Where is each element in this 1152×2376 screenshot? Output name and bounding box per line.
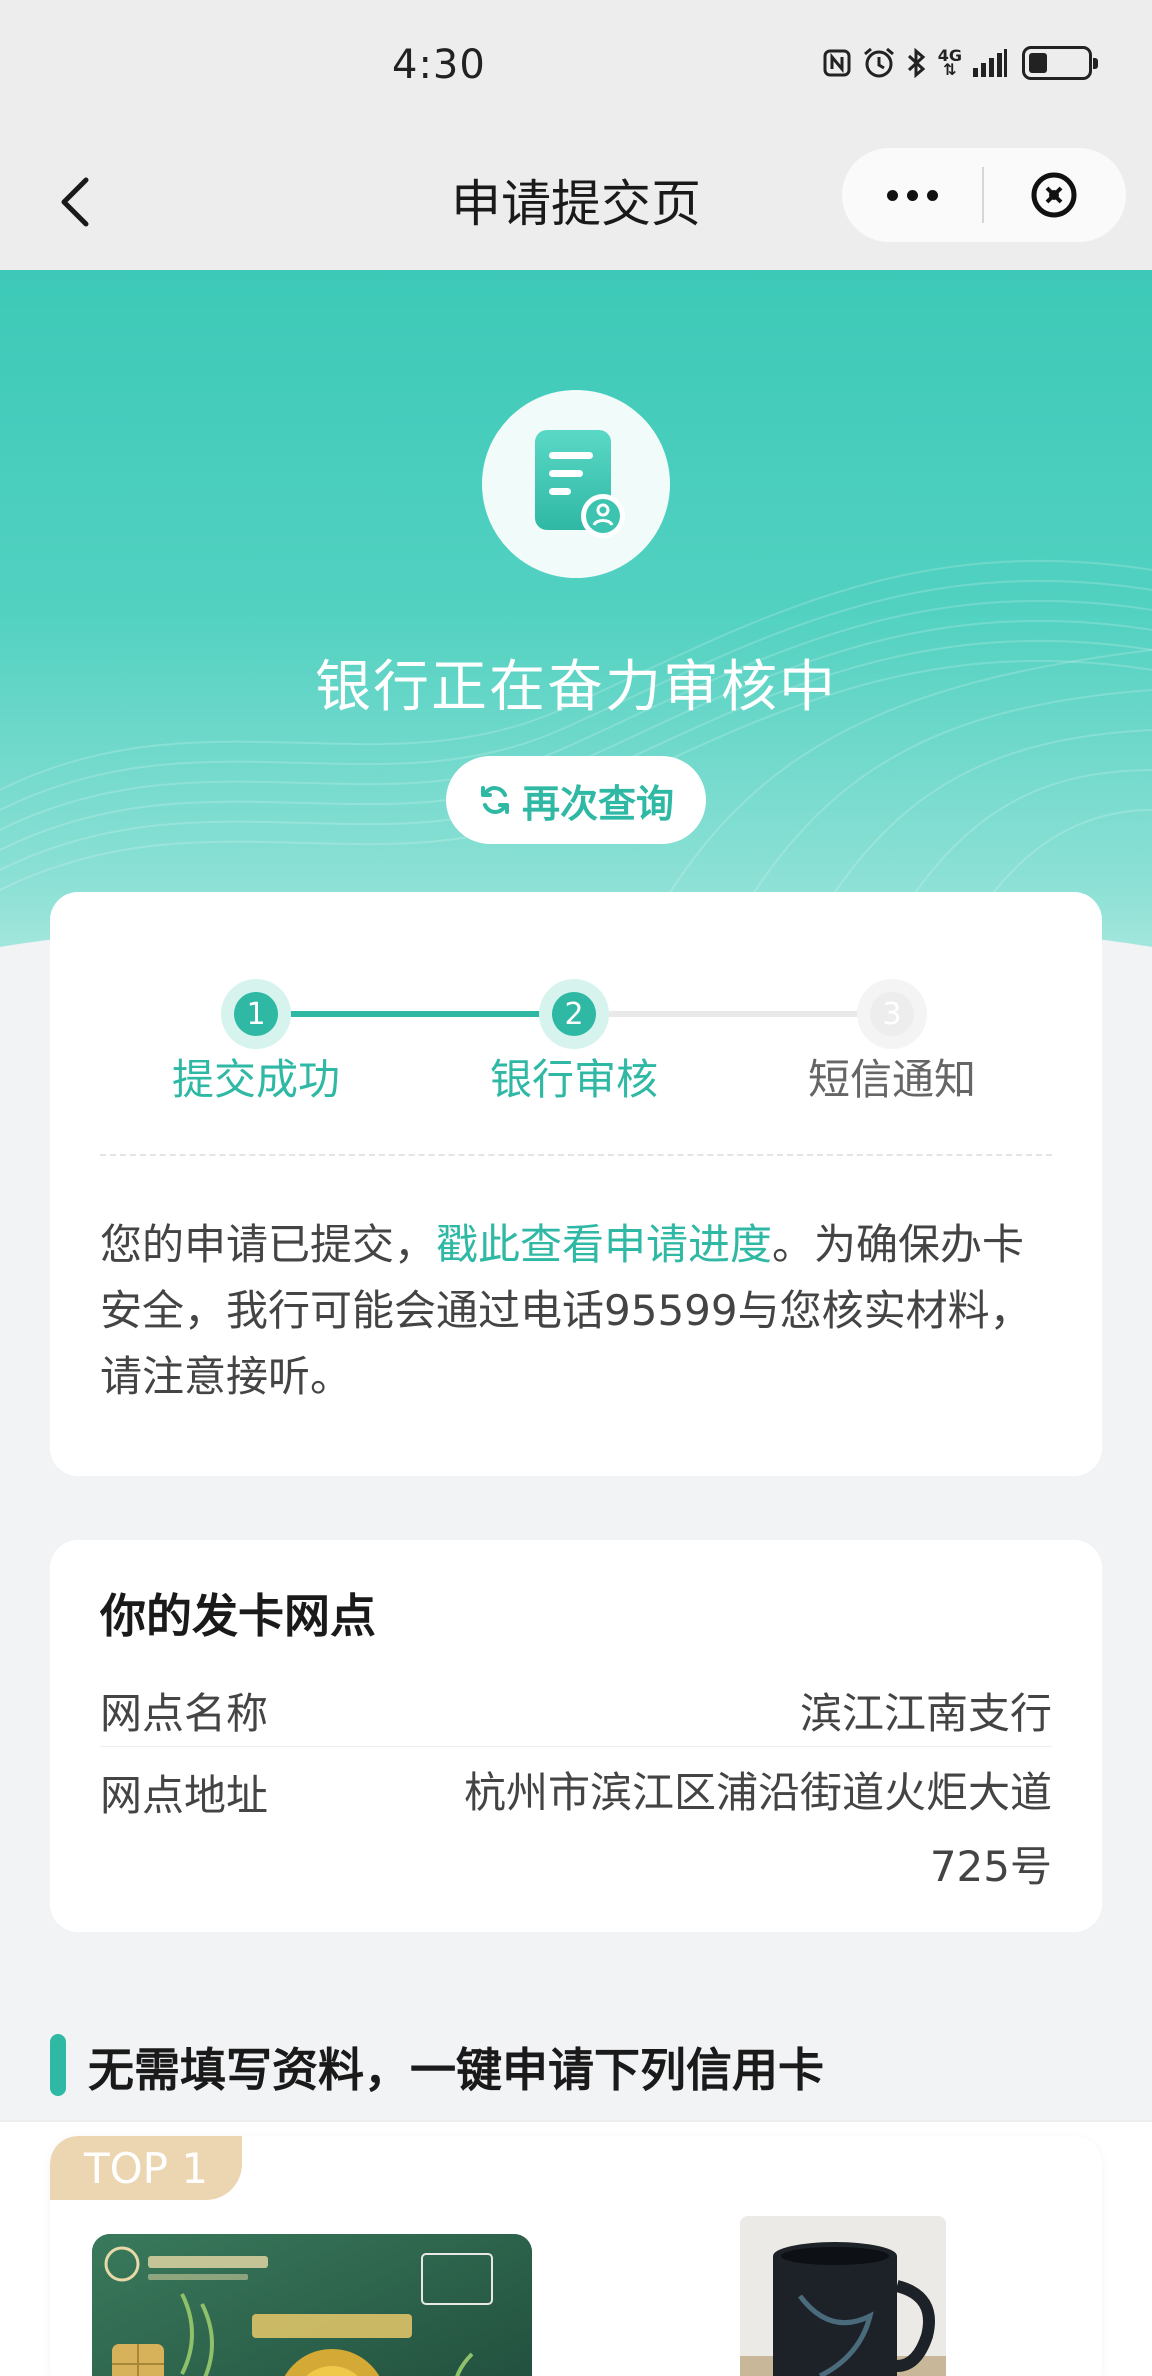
status-bar: 4:30 4G ⇅ xyxy=(0,0,1152,136)
review-status-title: 银行正在奋力审核中 xyxy=(315,655,837,720)
credit-card-product[interactable]: TOP 1 xyxy=(50,2136,1102,2376)
recommend-header: 无需填写资料，一键申请下列信用卡 xyxy=(0,2010,1152,2120)
battery-icon xyxy=(1022,46,1098,80)
message-prefix: 您的申请已提交， xyxy=(100,1220,437,1269)
status-time: 4:30 xyxy=(392,42,486,88)
bluetooth-icon xyxy=(906,47,928,79)
close-button[interactable] xyxy=(984,148,1124,242)
step-1-dot: 1 xyxy=(234,992,278,1036)
requery-label: 再次查询 xyxy=(521,781,674,826)
refresh-icon xyxy=(480,786,509,814)
top-rank-badge: TOP 1 xyxy=(50,2136,242,2200)
more-dot-icon xyxy=(886,189,898,201)
step-3-dot: 3 xyxy=(870,992,914,1036)
more-dot-icon xyxy=(926,189,938,201)
signal-icon xyxy=(972,48,1008,78)
nfc-icon xyxy=(822,48,852,78)
divider xyxy=(100,1154,1052,1156)
step-2-label: 银行审核 xyxy=(489,1055,658,1104)
close-circle-icon xyxy=(1031,172,1077,218)
progress-steps: 1 提交成功 2 银行审核 3 短信通知 xyxy=(50,956,1102,1104)
review-icon xyxy=(482,390,670,578)
nav-bar: 申请提交页 xyxy=(0,136,1152,270)
view-progress-link[interactable]: 戳此查看申请进度 xyxy=(436,1220,772,1269)
step-line-done xyxy=(256,1011,574,1017)
branch-card: 你的发卡网点 网点名称 滨江江南支行 网点地址 杭州市滨江区浦沿街道火炬大道72… xyxy=(50,1540,1102,1932)
progress-message: 您的申请已提交，戳此查看申请进度。为确保办卡安全，我行可能会通过电话95599与… xyxy=(100,1212,1060,1410)
requery-button[interactable]: 再次查询 xyxy=(446,756,706,844)
recommend-title: 无需填写资料，一键申请下列信用卡 xyxy=(88,2043,824,2097)
status-icons: 4G ⇅ xyxy=(822,46,1098,80)
step-1-label: 提交成功 xyxy=(171,1055,340,1104)
more-button[interactable] xyxy=(842,148,982,242)
document-user-icon xyxy=(535,430,625,538)
step-2-dot: 2 xyxy=(552,992,596,1036)
row-divider xyxy=(100,1746,1052,1747)
branch-title: 你的发卡网点 xyxy=(100,1589,376,1643)
section-accent-bar xyxy=(50,2034,66,2096)
branch-name-row: 网点名称 滨江江南支行 xyxy=(100,1680,1052,1740)
branch-address-value: 杭州市滨江区浦沿街道火炬大道725号 xyxy=(463,1768,1052,1891)
progress-card: 1 提交成功 2 银行审核 3 短信通知 您的申请已提交，戳此查看申请进度。为确… xyxy=(50,892,1102,1476)
credit-card-image[interactable] xyxy=(92,2234,532,2376)
mug-gift-image[interactable] xyxy=(740,2216,946,2376)
step-3-label: 短信通知 xyxy=(807,1055,976,1104)
branch-address-label: 网点地址 xyxy=(100,1771,269,1820)
branch-name-value: 滨江江南支行 xyxy=(799,1689,1052,1738)
mini-program-capsule xyxy=(842,148,1126,242)
branch-name-label: 网点名称 xyxy=(100,1689,269,1738)
more-dot-icon xyxy=(906,189,918,201)
step-line-pending xyxy=(574,1011,892,1017)
alarm-icon xyxy=(862,47,896,79)
branch-address-row: 网点地址 杭州市滨江区浦沿街道火炬大道725号 xyxy=(100,1756,1052,1906)
network-type-icon: 4G ⇅ xyxy=(937,46,962,79)
